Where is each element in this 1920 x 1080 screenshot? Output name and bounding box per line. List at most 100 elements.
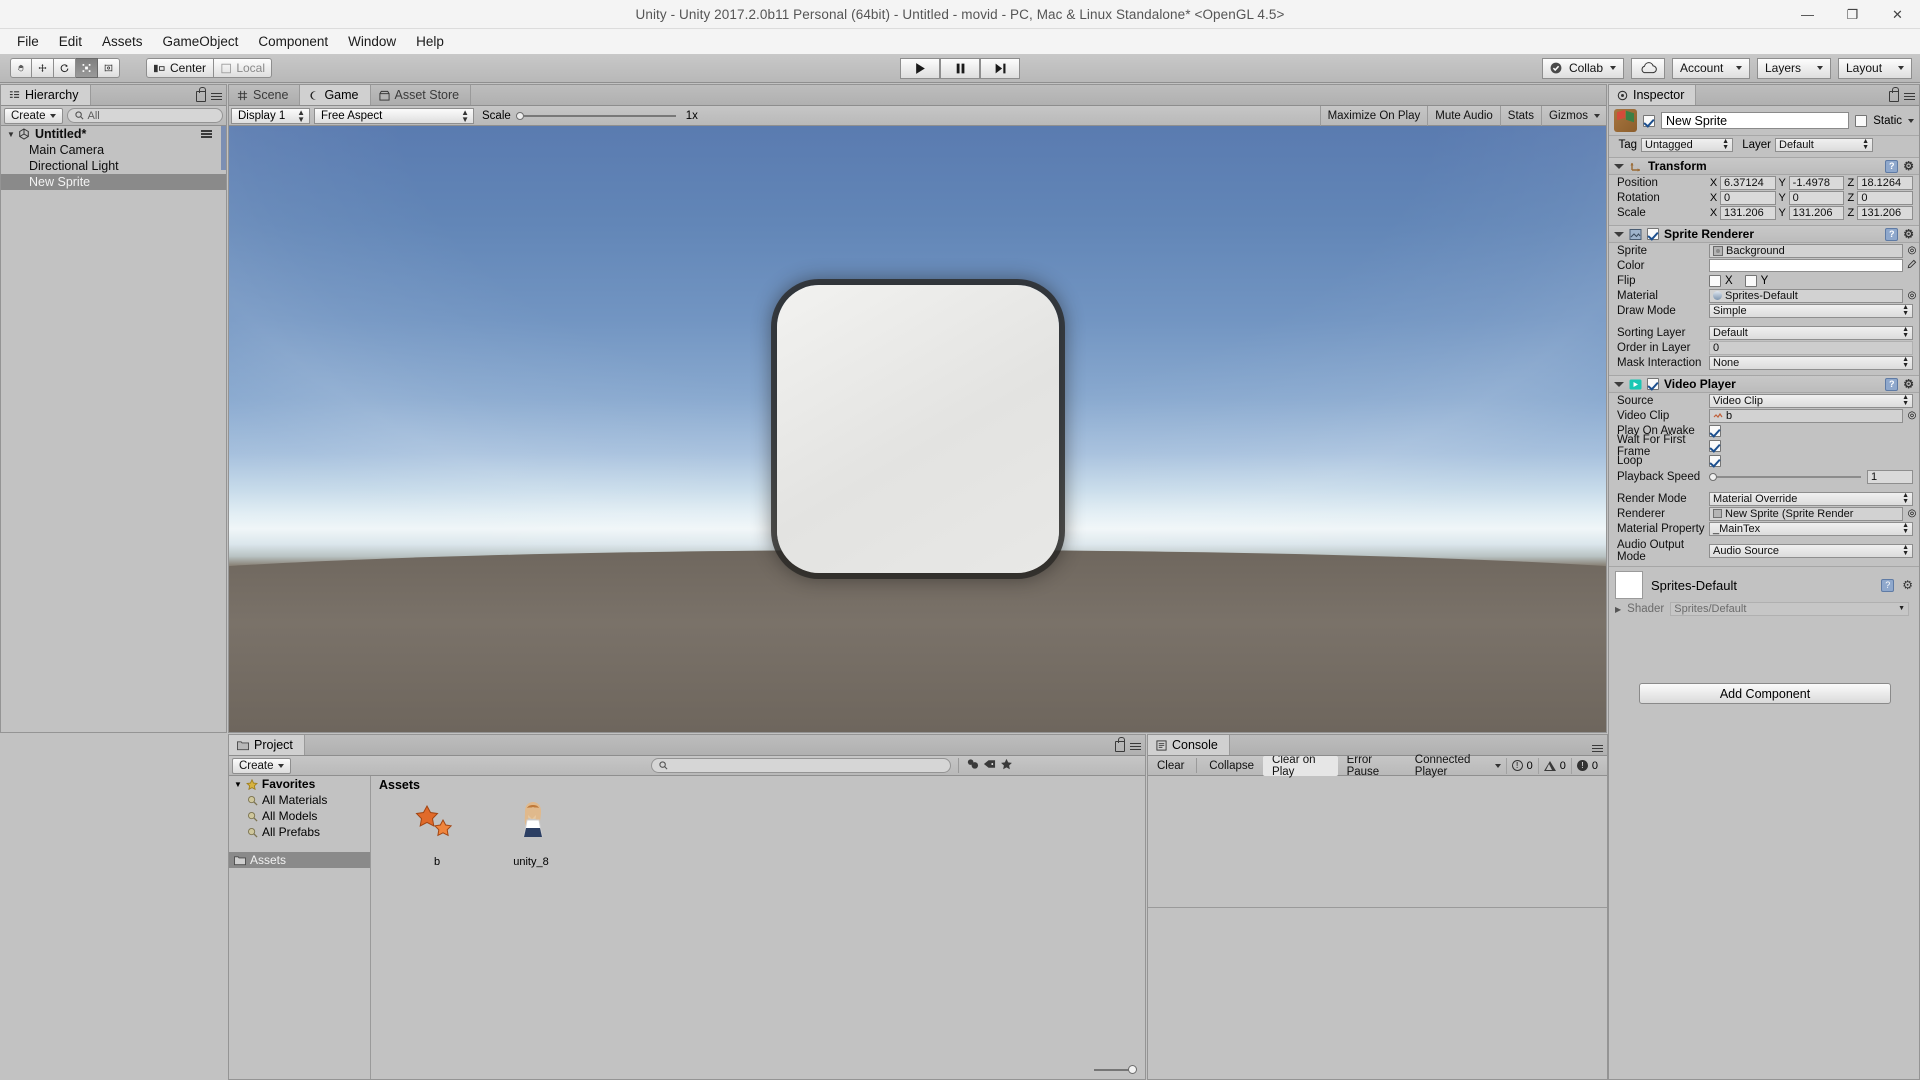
playback-speed-knob[interactable] <box>1709 472 1717 481</box>
console-connected-player-select[interactable]: Connected Player <box>1406 754 1506 778</box>
hierarchy-item-directional-light[interactable]: Directional Light <box>1 158 226 174</box>
hierarchy-scrollbar[interactable] <box>221 126 226 170</box>
sprite-renderer-component-header[interactable]: Sprite Renderer ? ⚙ <box>1609 225 1919 243</box>
menu-item-window[interactable]: Window <box>338 31 406 52</box>
static-caret-icon[interactable] <box>1908 118 1914 123</box>
audio-output-select[interactable]: Audio Source ▲ ▼ <box>1709 543 1913 558</box>
asset-zoom-slider[interactable] <box>1094 1065 1137 1074</box>
pause-button[interactable] <box>940 57 980 79</box>
inspector-menu-icon[interactable] <box>1904 92 1915 101</box>
rotation-z-field[interactable]: 0 <box>1857 190 1914 205</box>
hierarchy-item-new-sprite[interactable]: New Sprite <box>1 174 226 190</box>
asset-zoom-knob[interactable] <box>1128 1065 1137 1074</box>
sprite-renderer-enabled-checkbox[interactable] <box>1647 228 1659 240</box>
project-lock-icon[interactable] <box>1115 737 1125 752</box>
menu-item-component[interactable]: Component <box>248 31 338 52</box>
material-preview-help-icon[interactable]: ? <box>1881 578 1895 592</box>
eyedropper-icon[interactable] <box>1906 259 1919 273</box>
tag-select[interactable]: Untagged ▲ ▼ <box>1641 137 1733 152</box>
project-favorite-all-models[interactable]: All Models <box>229 808 370 824</box>
favorites-foldout-icon[interactable]: ▼ <box>234 780 242 789</box>
menu-item-gameobject[interactable]: GameObject <box>153 31 249 52</box>
sprite-renderer-gear-icon[interactable]: ⚙ <box>1903 227 1914 241</box>
transform-foldout-icon[interactable] <box>1614 163 1624 169</box>
filter-by-type-icon[interactable] <box>966 758 979 773</box>
menu-item-assets[interactable]: Assets <box>92 31 153 52</box>
hierarchy-search-input[interactable]: All <box>66 108 223 123</box>
tab-console[interactable]: Console <box>1148 735 1230 755</box>
position-y-field[interactable]: -1.4978 <box>1788 175 1845 190</box>
static-checkbox[interactable] <box>1855 114 1868 127</box>
hierarchy-menu-icon[interactable] <box>211 92 222 101</box>
collab-button[interactable]: Collab <box>1541 57 1624 79</box>
wait-first-frame-checkbox[interactable] <box>1709 439 1721 452</box>
playback-speed-field[interactable]: 1 <box>1867 469 1913 484</box>
console-collapse-toggle[interactable]: Collapse <box>1200 756 1263 776</box>
position-z-field[interactable]: 18.1264 <box>1857 175 1914 190</box>
flip-y-checkbox[interactable] <box>1744 274 1757 287</box>
transform-help-icon[interactable]: ? <box>1885 159 1899 173</box>
maximize-on-play-toggle[interactable]: Maximize On Play <box>1319 105 1428 126</box>
sprite-renderer-help-icon[interactable]: ? <box>1885 227 1899 241</box>
video-source-select[interactable]: Video Clip ▲ ▼ <box>1709 393 1913 408</box>
console-log-area[interactable] <box>1148 776 1607 1079</box>
scene-foldout-icon[interactable]: ▼ <box>7 130 18 139</box>
pivot-mode-button[interactable]: Center <box>146 58 214 78</box>
console-clear-on-play-toggle[interactable]: Clear on Play <box>1263 754 1338 778</box>
move-tool-button[interactable] <box>32 58 54 78</box>
hierarchy-scene-root[interactable]: ▼ Untitled* <box>1 126 226 142</box>
scale-z-field[interactable]: 131.206 <box>1857 205 1914 220</box>
playback-speed-slider[interactable]: 1 <box>1709 469 1919 484</box>
flip-x-checkbox[interactable] <box>1709 274 1721 287</box>
stats-toggle[interactable]: Stats <box>1499 105 1541 126</box>
menu-item-help[interactable]: Help <box>406 31 454 52</box>
scale-y-field[interactable]: 131.206 <box>1788 205 1845 220</box>
mute-audio-toggle[interactable]: Mute Audio <box>1427 105 1500 126</box>
minimize-button[interactable]: — <box>1785 0 1830 29</box>
add-component-button[interactable]: Add Component <box>1639 683 1891 704</box>
rotate-tool-button[interactable] <box>54 58 76 78</box>
scale-x-field[interactable]: 131.206 <box>1720 205 1776 220</box>
color-swatch-field[interactable] <box>1709 259 1903 272</box>
favorites-star-icon[interactable] <box>1000 758 1013 773</box>
transform-gear-icon[interactable]: ⚙ <box>1903 159 1914 173</box>
gizmos-toggle[interactable]: Gizmos <box>1541 105 1606 126</box>
mask-interaction-select[interactable]: None ▲ ▼ <box>1709 355 1913 370</box>
project-create-button[interactable]: Create <box>232 757 291 774</box>
pivot-rotation-button[interactable]: Local <box>214 58 272 78</box>
rect-tool-button[interactable] <box>98 58 120 78</box>
rotation-y-field[interactable]: 0 <box>1788 190 1845 205</box>
close-button[interactable]: ✕ <box>1875 0 1920 29</box>
asset-zoom-track[interactable] <box>1094 1068 1130 1071</box>
tab-hierarchy[interactable]: Hierarchy <box>1 85 91 105</box>
step-button[interactable] <box>980 57 1020 79</box>
sorting-layer-select[interactable]: Default ▲ ▼ <box>1709 325 1913 340</box>
video-player-help-icon[interactable]: ? <box>1885 377 1899 391</box>
order-in-layer-field[interactable]: 0 <box>1709 340 1913 355</box>
project-folder-assets[interactable]: Assets <box>229 852 370 868</box>
menu-item-edit[interactable]: Edit <box>49 31 92 52</box>
rotation-x-field[interactable]: 0 <box>1720 190 1776 205</box>
console-log-list[interactable] <box>1148 776 1607 908</box>
sprite-renderer-foldout-icon[interactable] <box>1614 231 1624 237</box>
shader-foldout-icon[interactable]: ▶ <box>1615 605 1621 614</box>
account-button[interactable]: Account <box>1672 57 1750 79</box>
project-favorite-all-prefabs[interactable]: All Prefabs <box>229 824 370 840</box>
lock-icon[interactable] <box>196 87 206 102</box>
console-menu-icon[interactable] <box>1592 744 1603 752</box>
scale-slider-knob[interactable] <box>515 111 524 120</box>
console-warning-count[interactable]: 0 <box>1537 757 1571 774</box>
object-enabled-checkbox[interactable] <box>1643 114 1655 127</box>
video-player-component-header[interactable]: Video Player ? ⚙ <box>1609 375 1919 393</box>
render-mode-select[interactable]: Material Override ▲ ▼ <box>1709 491 1913 506</box>
video-sprite-quad[interactable] <box>776 285 1059 573</box>
filter-by-label-icon[interactable] <box>983 758 996 773</box>
project-menu-icon[interactable] <box>1130 742 1141 751</box>
sprite-picker-icon[interactable]: ◎ <box>1905 245 1919 256</box>
sprite-object-field[interactable]: Background <box>1709 243 1903 258</box>
tab-game[interactable]: Game <box>300 85 371 105</box>
project-search-input[interactable] <box>650 758 951 773</box>
asset-item-b[interactable]: b <box>401 800 473 868</box>
material-object-field[interactable]: Sprites-Default <box>1709 288 1903 303</box>
video-clip-picker-icon[interactable]: ◎ <box>1905 410 1919 421</box>
